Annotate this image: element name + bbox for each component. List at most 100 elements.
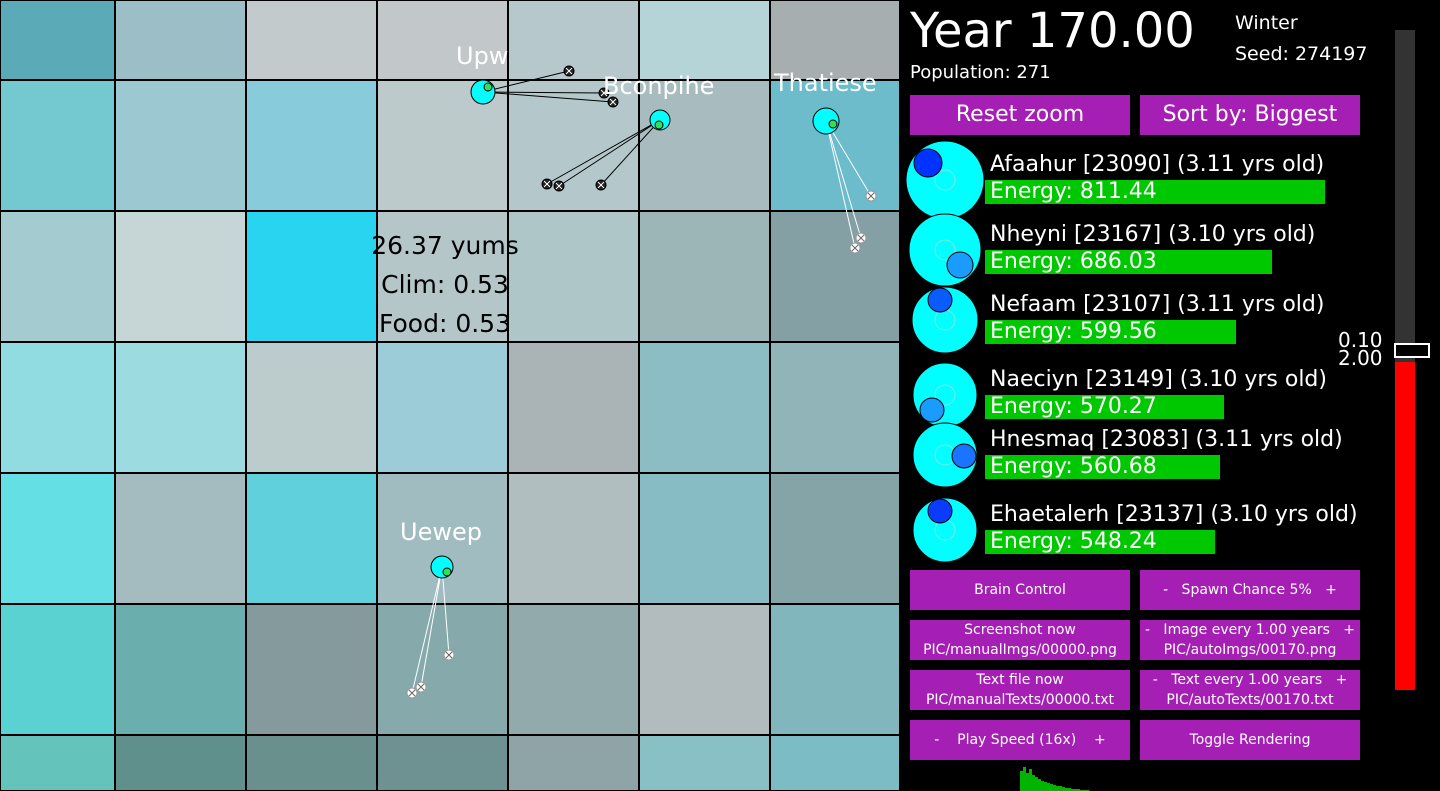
toggle-rendering-button[interactable]: Toggle Rendering — [1140, 720, 1360, 760]
creature[interactable] — [430, 555, 454, 579]
terrain-tile[interactable] — [245, 341, 378, 474]
histogram-bar — [1059, 786, 1062, 791]
terrain-tile[interactable] — [507, 603, 640, 736]
terrain-tile[interactable] — [638, 472, 771, 605]
population-histogram — [1020, 767, 1089, 791]
text-file-now-button[interactable]: Text file now PIC/manualTexts/00000.txt — [910, 670, 1130, 710]
creature-name[interactable]: Afaahur [23090] (3.11 yrs old) — [990, 152, 1324, 177]
slider-handle[interactable] — [1394, 343, 1430, 358]
image-every-label: - Image every 1.00 years + — [1145, 622, 1355, 638]
screenshot-path: PIC/manualImgs/00000.png — [923, 642, 1117, 658]
terrain-tile[interactable] — [769, 603, 900, 736]
creature[interactable] — [649, 109, 671, 131]
image-every-control[interactable]: - Image every 1.00 years + PIC/autoImgs/… — [1140, 620, 1360, 660]
terrain-tile[interactable] — [114, 210, 247, 343]
terrain-tile[interactable] — [769, 0, 900, 81]
control-panel: Year 170.00 Winter Seed: 274197 Populati… — [900, 0, 1440, 791]
terrain-tile[interactable] — [769, 79, 900, 212]
terrain-tile[interactable] — [376, 603, 509, 736]
terrain-tile[interactable] — [245, 79, 378, 212]
terrain-tile[interactable] — [507, 734, 640, 791]
text-every-control[interactable]: - Text every 1.00 years + PIC/autoTexts/… — [1140, 670, 1360, 710]
tile-food: Food: 0.53 — [379, 309, 511, 338]
slider-label-bottom: 2.00 — [1338, 346, 1383, 370]
terrain-tile[interactable] — [638, 603, 771, 736]
creature-sensor — [563, 65, 575, 77]
creature-sensor — [415, 681, 427, 693]
terrain-tile[interactable] — [0, 0, 116, 81]
terrain-tile[interactable] — [769, 341, 900, 474]
creature-sensor — [865, 190, 877, 202]
creature-name[interactable]: Nefaam [23107] (3.11 yrs old) — [990, 292, 1324, 317]
screenshot-now-label: Screenshot now — [964, 622, 1076, 638]
histogram-bar — [1023, 767, 1026, 791]
creature-label-uewep: Uewep — [400, 518, 482, 546]
tile-climate: Clim: 0.53 — [381, 270, 509, 299]
histogram-bar — [1038, 779, 1041, 791]
terrain-tile[interactable] — [769, 472, 900, 605]
play-speed-control[interactable]: - Play Speed (16x) + — [910, 720, 1130, 760]
creature-sensor — [443, 649, 455, 661]
sort-by-button[interactable]: Sort by: Biggest — [1140, 95, 1360, 135]
histogram-bar — [1035, 777, 1038, 791]
text-path: PIC/autoTexts/00170.txt — [1166, 692, 1334, 708]
tile-yums: 26.37 yums — [371, 231, 519, 260]
creature-label-upw: Upw — [456, 42, 509, 70]
terrain-tile[interactable] — [638, 341, 771, 474]
text-every-label: - Text every 1.00 years + — [1152, 672, 1348, 688]
terrain-tile[interactable] — [507, 472, 640, 605]
terrain-tile[interactable] — [114, 0, 247, 81]
terrain-tile[interactable] — [376, 734, 509, 791]
terrain-tile[interactable] — [245, 472, 378, 605]
creature-sensor — [855, 232, 867, 244]
terrain-tile[interactable] — [0, 603, 116, 736]
terrain-tile[interactable] — [0, 472, 116, 605]
year-display: Year 170.00 — [910, 3, 1195, 59]
spawn-chance-label: - Spawn Chance 5% + — [1163, 582, 1337, 598]
terrain-tile[interactable] — [638, 0, 771, 81]
screenshot-now-button[interactable]: Screenshot now PIC/manualImgs/00000.png — [910, 620, 1130, 660]
histogram-bar — [1026, 773, 1029, 791]
reset-zoom-button[interactable]: Reset zoom — [910, 95, 1130, 135]
creature-sensor — [406, 687, 418, 699]
terrain-tile[interactable] — [769, 734, 900, 791]
histogram-bar — [1044, 782, 1047, 791]
creature-name[interactable]: Ehaetalerh [23137] (3.10 yrs old) — [990, 502, 1358, 527]
terrain-tile[interactable] — [245, 603, 378, 736]
creature-sensor — [553, 180, 565, 192]
terrain-tile[interactable] — [114, 341, 247, 474]
terrain-tile[interactable] — [638, 734, 771, 791]
terrain-tile[interactable] — [507, 341, 640, 474]
spawn-chance-control[interactable]: - Spawn Chance 5% + — [1140, 570, 1360, 610]
world-view[interactable]: 26.37 yums Clim: 0.53 Food: 0.53 Upw Bco… — [0, 0, 900, 791]
text-file-now-label: Text file now — [976, 672, 1064, 688]
terrain-tile[interactable] — [114, 472, 247, 605]
terrain-tile[interactable] — [0, 341, 116, 474]
brain-control-button[interactable]: Brain Control — [910, 570, 1130, 610]
terrain-tile[interactable] — [0, 210, 116, 343]
creature-sensor — [849, 242, 861, 254]
brain-control-label: Brain Control — [974, 582, 1066, 598]
terrain-tile[interactable] — [0, 734, 116, 791]
terrain-tile[interactable] — [0, 79, 116, 212]
creature-portrait[interactable] — [900, 485, 990, 575]
creature[interactable] — [812, 107, 840, 135]
terrain-tile[interactable] — [638, 210, 771, 343]
speed-slider[interactable] — [1395, 30, 1415, 690]
creature-name[interactable]: Naeciyn [23149] (3.10 yrs old) — [990, 367, 1327, 392]
terrain-tile[interactable] — [114, 603, 247, 736]
terrain-tile[interactable] — [245, 734, 378, 791]
play-speed-label: - Play Speed (16x) + — [934, 732, 1106, 748]
terrain-tile[interactable] — [114, 79, 247, 212]
histogram-bar — [1032, 775, 1035, 791]
creature-name[interactable]: Nheyni [23167] (3.10 yrs old) — [990, 222, 1315, 247]
terrain-tile[interactable] — [769, 210, 900, 343]
world-map[interactable] — [0, 0, 900, 791]
creature-label-thatiese: Thatiese — [774, 69, 877, 97]
terrain-tile[interactable] — [114, 734, 247, 791]
creature-name[interactable]: Hnesmaq [23083] (3.11 yrs old) — [990, 427, 1343, 452]
terrain-tile[interactable] — [376, 341, 509, 474]
creature[interactable] — [470, 79, 496, 105]
terrain-tile[interactable] — [245, 0, 378, 81]
creature-energy: Energy: 599.56 — [990, 319, 1157, 344]
